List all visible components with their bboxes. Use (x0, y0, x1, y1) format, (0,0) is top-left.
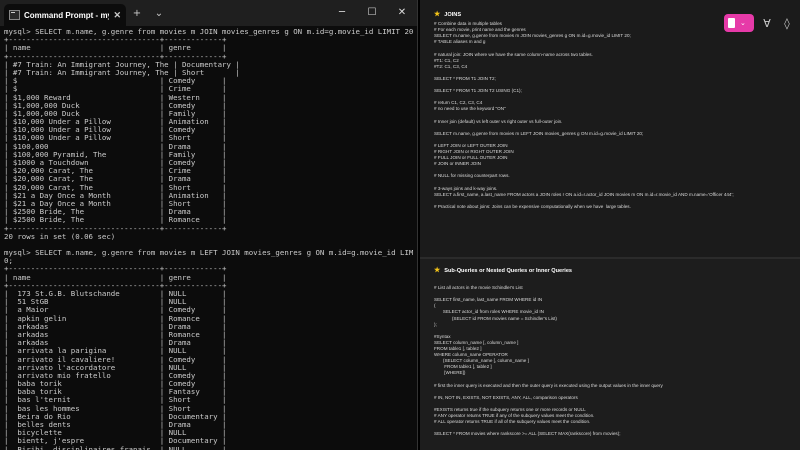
terminal-line: | $10,000 Under a Pillow | Animation | (4, 118, 227, 127)
star-icon: ★ (434, 267, 441, 274)
terminal-line: +----------------------------------+----… (4, 281, 227, 290)
terminal-line: | $21 a Day Once a Month | Short | (4, 199, 227, 208)
joins-notes-text: # Combine data in multiple tables # For e… (434, 21, 786, 210)
terminal-line: | baba torik | Comedy | (4, 380, 227, 389)
subqueries-notes-text: # List all actors in the movie Schindler… (434, 285, 786, 437)
subqueries-heading-text: Sub-Queries or Nested Queries or Inner Q… (444, 268, 573, 274)
terminal-line: | $20,000 Carat, The | Crime | (4, 167, 227, 176)
terminal-output[interactable]: mysql> SELECT m.name, g.genre from movie… (0, 26, 417, 450)
terminal-line: | a Maior | Comedy | (4, 306, 227, 315)
note-line: SELECT * FROM movies where rankscore >= … (434, 431, 621, 437)
terminal-line: | name | genre | (4, 273, 227, 282)
note-page-subqueries[interactable]: ★ Sub-Queries or Nested Queries or Inner… (420, 259, 800, 450)
terminal-line: | arkadas | Drama | (4, 322, 227, 331)
notes-app: ★ JOINS # Combine data in multiple table… (420, 0, 800, 450)
note-line: SELECT a.first_name, a.last_name FROM ac… (434, 191, 734, 197)
joins-heading-text: JOINS (444, 12, 462, 18)
command-prompt-icon (9, 10, 20, 20)
terminal-line: +----------------------------------+----… (4, 265, 227, 274)
terminal-line: | bientt, j'espre | Documentary | (4, 437, 227, 446)
close-tab-icon[interactable]: ✕ (113, 10, 121, 21)
terminal-line: | arkadas | Romance | (4, 330, 227, 339)
terminal-line: | $1,000,000 Duck | Family | (4, 109, 227, 118)
terminal-line: +----------------------------------+----… (4, 52, 227, 61)
terminal-line: | $100,000 Pyramid, The | Family | (4, 150, 227, 159)
terminal-line: | arkadas | Drama | (4, 339, 227, 348)
terminal-line: | 173 St.G.B. Blutschande | NULL | (4, 290, 227, 298)
terminal-line: | $20,000 Carat, The | Short | (4, 183, 227, 192)
pen-icon (728, 18, 735, 28)
terminal-line: +----------------------------------+----… (4, 36, 227, 45)
terminal-line: | belles dents | Drama | (4, 421, 227, 429)
terminal-line: | $21 a Day Once a Month | Animation | (4, 191, 227, 200)
terminal-line: | apkin gelin | Romance | (4, 314, 227, 323)
terminal-titlebar: Command Prompt - mysql -u ✕ + ⌄ ─ ☐ ✕ (0, 0, 417, 26)
terminal-line: | $100,000 | Drama | (4, 142, 227, 151)
eraser-icon[interactable]: ◊ (780, 17, 794, 30)
terminal-line: | $ | Comedy | (4, 77, 227, 86)
minimize-icon[interactable]: ─ (327, 0, 357, 26)
note-page-joins[interactable]: ★ JOINS # Combine data in multiple table… (420, 0, 800, 257)
terminal-line: | bas l'ternit | Short | (4, 396, 227, 405)
terminal-window: Command Prompt - mysql -u ✕ + ⌄ ─ ☐ ✕ my… (0, 0, 418, 450)
terminal-line: | $10,000 Under a Pillow | Short | (4, 134, 227, 143)
terminal-line: 20 rows in set (0.06 sec) (4, 232, 116, 241)
terminal-line: | $1,000,000 Duck | Comedy | (4, 101, 227, 110)
note-line: # Practical note about joins: Joins can … (434, 203, 631, 209)
terminal-line: | #7 Train: An Immigrant Journey, The | … (4, 60, 240, 69)
terminal-tab[interactable]: Command Prompt - mysql -u ✕ (4, 4, 126, 26)
terminal-line: | #7 Train: An Immigrant Journey, The | … (4, 68, 240, 77)
terminal-line: | Beira do Rio | Documentary | (4, 412, 227, 421)
terminal-line: +----------------------------------+----… (4, 224, 227, 233)
terminal-line: | name | genre | (4, 44, 227, 53)
terminal-line: | 51 StGB | NULL | (4, 298, 227, 307)
terminal-line: mysql> SELECT m.name, g.genre from movie… (4, 249, 413, 258)
terminal-line: | arrivato mio fratello | Comedy | (4, 371, 227, 380)
notes-toolbar: ⌄ ∀ ◊ (724, 14, 794, 32)
terminal-line: | $2500 Bride, The | Romance | (4, 216, 227, 225)
terminal-line: | bas les hommes | Short | (4, 404, 227, 413)
terminal-line: | arrivata la parigina | NULL | (4, 347, 227, 356)
terminal-line: | $1,000 Reward | Western | (4, 93, 227, 102)
maximize-icon[interactable]: ☐ (357, 0, 387, 26)
close-window-icon[interactable]: ✕ (387, 0, 417, 26)
section-heading-subqueries: ★ Sub-Queries or Nested Queries or Inner… (434, 267, 786, 274)
terminal-line: | $10,000 Under a Pillow | Comedy | (4, 126, 227, 135)
star-icon: ★ (434, 11, 441, 18)
lasso-select-icon[interactable]: ∀ (760, 17, 774, 30)
terminal-tab-title: Command Prompt - mysql -u (24, 10, 109, 20)
terminal-line: | Biribi, disciplinaires franais | NULL … (4, 446, 413, 450)
pen-tool-button[interactable]: ⌄ (724, 14, 754, 32)
terminal-line: | $2500 Bride, The | Drama | (4, 208, 227, 217)
terminal-line: | arrivato l'accordatore | NULL | (4, 363, 227, 372)
new-tab-icon[interactable]: + (126, 8, 148, 19)
terminal-line: mysql> SELECT m.name, g.genre from movie… (4, 28, 413, 36)
terminal-line: | $20,000 Carat, The | Drama | (4, 175, 227, 184)
terminal-line: | $1000 a Touchdown | Comedy | (4, 159, 227, 167)
terminal-line: | arrivato il cavaliere! | Comedy | (4, 355, 227, 364)
terminal-line: | baba torik | Fantasy | (4, 388, 227, 397)
chevron-down-icon[interactable]: ⌄ (148, 8, 170, 19)
terminal-line: | $ | Crime | (4, 85, 227, 94)
window-controls: ─ ☐ ✕ (327, 0, 417, 26)
terminal-line: | bicyclette | NULL | (4, 429, 227, 438)
terminal-line: 0; (4, 257, 13, 266)
chevron-down-icon: ⌄ (740, 19, 746, 27)
